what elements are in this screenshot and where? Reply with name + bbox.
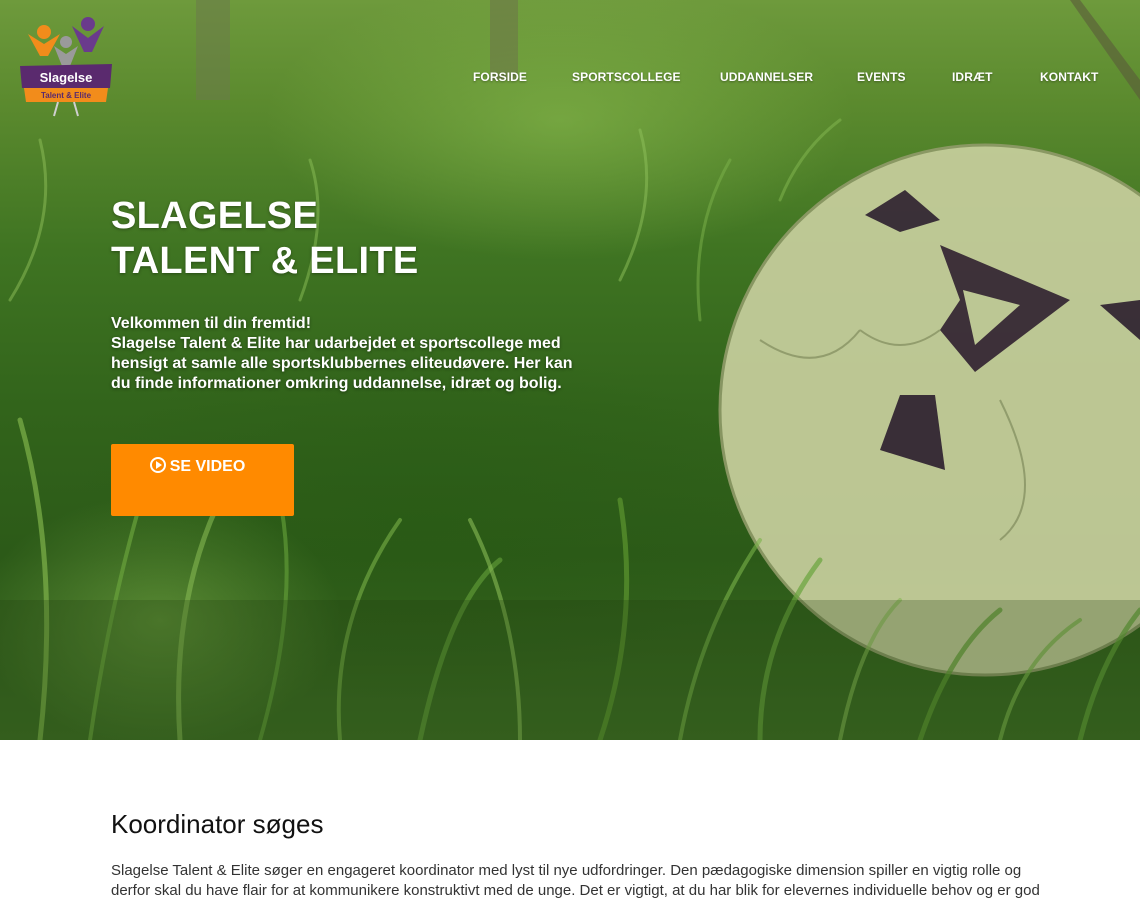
main-nav: FORSIDE SPORTSCOLLEGE UDDANNELSER EVENTS… [0, 70, 1140, 86]
nav-item-events[interactable]: EVENTS [857, 70, 906, 84]
hero-intro-body: Slagelse Talent & Elite har udarbejdet e… [111, 335, 573, 392]
hero-intro: Velkommen til din fremtid! Slagelse Tale… [111, 314, 581, 394]
hero-intro-line1: Velkommen til din fremtid! [111, 315, 312, 332]
nav-item-forside[interactable]: FORSIDE [473, 70, 527, 84]
nav-item-idraet[interactable]: IDRÆT [952, 70, 993, 84]
logo-sub: Talent & Elite [41, 91, 92, 100]
nav-item-kontakt[interactable]: KONTAKT [1040, 70, 1098, 84]
nav-item-sportscollege[interactable]: SPORTSCOLLEGE [572, 70, 681, 84]
play-circle-icon [149, 457, 166, 473]
watch-video-button[interactable]: SE VIDEO [111, 444, 294, 516]
section-body: Slagelse Talent & Elite søger en engager… [111, 862, 1040, 899]
soccer-ball [718, 143, 1140, 677]
hero-title-line2: TALENT & ELITE [111, 240, 419, 282]
section-title: Koordinator søges [111, 809, 324, 839]
hero-title: SLAGELSE TALENT & ELITE [111, 194, 418, 284]
nav-item-uddannelser[interactable]: UDDANNELSER [720, 70, 813, 84]
hero-title-line1: SLAGELSE [111, 195, 319, 237]
brand-logo[interactable]: Slagelse Talent & Elite [18, 14, 114, 118]
watch-video-label: SE VIDEO [169, 458, 246, 475]
hero-section: Slagelse Talent & Elite FORSIDE SPORTSCO… [0, 0, 1140, 740]
